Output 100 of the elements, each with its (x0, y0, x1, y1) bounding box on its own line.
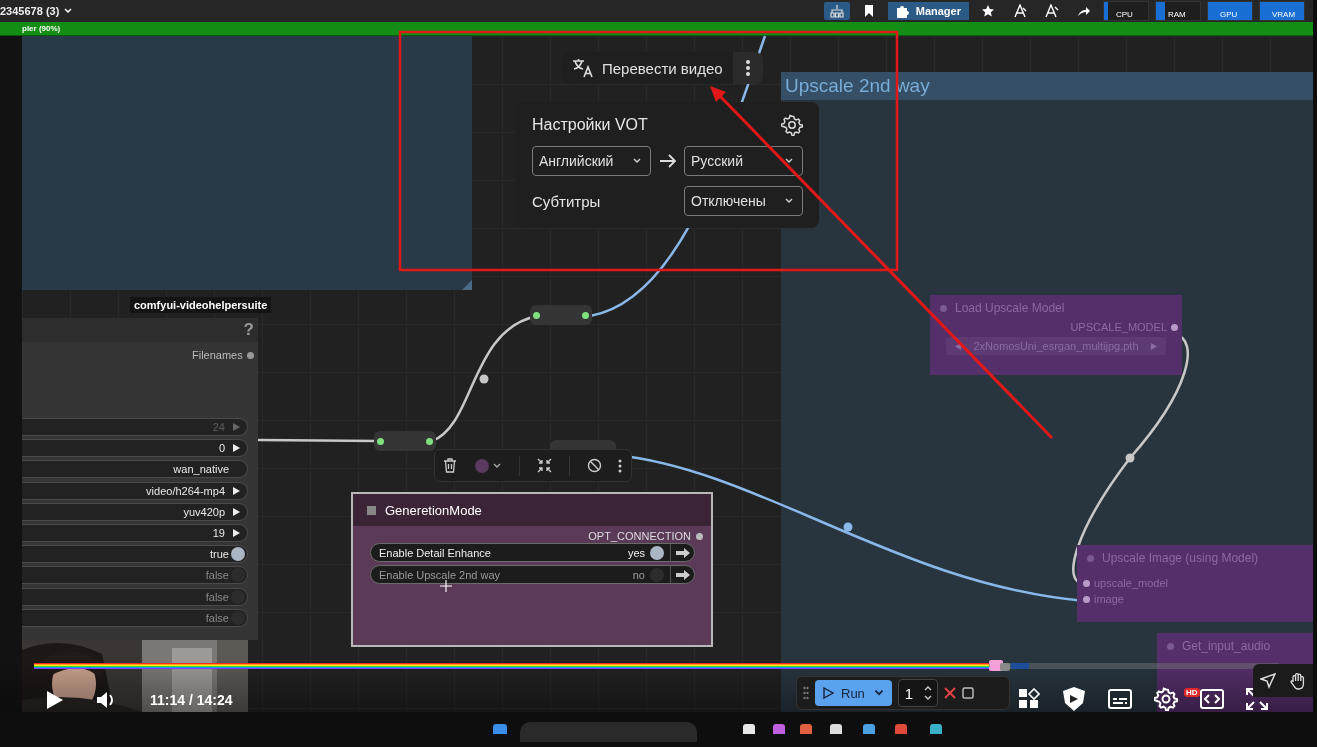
toggle-widget[interactable]: Enable Detail Enhance yes (370, 543, 695, 562)
node-title: Load Upscale Model (955, 301, 1065, 315)
toggle-knob[interactable] (231, 589, 245, 604)
arrow-left-icon (954, 341, 963, 351)
output-label: UPSCALE_MODEL (1070, 321, 1167, 333)
workflow-title[interactable]: 2345678 (3) (0, 5, 60, 17)
hand-icon[interactable] (1290, 671, 1306, 690)
arrow-right-icon[interactable] (231, 443, 241, 454)
color-picker-icon[interactable] (474, 457, 503, 474)
collapse-toggle[interactable] (1167, 642, 1174, 650)
progress-thumb[interactable] (988, 659, 1011, 673)
number-widget[interactable]: 0 (22, 439, 248, 458)
connector-dot[interactable] (582, 311, 589, 319)
subtitles-label: Субтитры (532, 192, 602, 210)
hierarchy-icon (829, 4, 844, 18)
output-slot[interactable] (246, 351, 254, 359)
reroute-node[interactable] (530, 305, 592, 325)
collapse-icon[interactable] (536, 458, 552, 473)
arrow-right-icon[interactable] (231, 506, 241, 517)
trash-icon[interactable] (443, 458, 458, 473)
toggle-widget[interactable]: Enable Upscale 2nd way no (370, 565, 695, 584)
puzzle-icon (895, 4, 910, 18)
run-button[interactable]: Run (815, 680, 892, 706)
arrow-right-icon (658, 154, 677, 168)
embed-icon[interactable] (1200, 689, 1224, 709)
stop-icon[interactable] (962, 687, 975, 699)
connector-dot[interactable] (533, 311, 540, 319)
more-icon (745, 60, 750, 76)
node-source-badge: comfyui-videohelpersuite (130, 297, 272, 313)
shield-icon[interactable] (1062, 686, 1086, 712)
arrow-right-icon (1149, 341, 1158, 351)
bypass-icon[interactable] (586, 458, 602, 473)
subtitles-select[interactable]: Отключены (684, 186, 803, 216)
arrow-right-icon[interactable] (675, 568, 691, 581)
more-menu-button[interactable] (732, 52, 763, 84)
input-label: upscale_model (1094, 577, 1168, 589)
hierarchy-button[interactable] (823, 2, 850, 20)
toggle-knob[interactable] (650, 545, 664, 560)
toggle-widget[interactable]: true (22, 545, 248, 564)
quality-badge: HD (1184, 688, 1200, 697)
widget-value: yes (627, 546, 645, 559)
batch-count-field[interactable]: 1 (897, 679, 939, 707)
subtitles-icon[interactable] (1108, 689, 1132, 709)
chevron-down-icon (784, 196, 794, 206)
meter-label: GPU (1220, 10, 1238, 19)
chevron-down-icon (784, 156, 794, 166)
toggle-knob[interactable] (231, 610, 245, 625)
apps-icon[interactable] (1018, 688, 1040, 710)
connector-dot[interactable] (377, 437, 384, 445)
close-icon[interactable] (944, 687, 957, 699)
arrow-right-icon[interactable] (675, 546, 691, 559)
meter-label: CPU (1116, 10, 1133, 19)
connector-dot[interactable] (426, 437, 433, 445)
meter-label: VRAM (1272, 10, 1296, 19)
toggle-knob[interactable] (231, 547, 245, 562)
widget-label: Enable Detail Enhance (379, 546, 491, 559)
pointer-icon[interactable] (1260, 672, 1276, 689)
toggle-widget[interactable]: false (22, 566, 248, 585)
output-label: Filenames (192, 349, 243, 361)
toggle-knob[interactable] (231, 568, 245, 583)
chevron-down-icon[interactable] (63, 6, 74, 16)
meter-label: RAM (1168, 10, 1186, 19)
output-slot[interactable] (696, 532, 703, 540)
settings-icon[interactable] (781, 114, 803, 136)
input-label: image (1094, 593, 1124, 605)
collapse-toggle[interactable] (940, 304, 947, 312)
chevron-down-icon (632, 156, 642, 166)
resize-handle-icon[interactable] (462, 280, 472, 290)
more-icon[interactable] (618, 458, 623, 473)
help-button[interactable]: ? (243, 320, 254, 340)
arrow-right-icon[interactable] (231, 485, 241, 496)
volume-icon[interactable] (96, 691, 116, 709)
star-icon (981, 4, 995, 18)
reroute-node[interactable] (550, 440, 616, 449)
share-icon (1077, 4, 1091, 18)
output-slot[interactable] (1171, 323, 1178, 331)
search-field[interactable] (520, 722, 697, 742)
translate-icon (572, 58, 594, 78)
arrow-right-icon[interactable] (231, 527, 241, 538)
play-icon[interactable] (46, 690, 64, 710)
crosshair-cursor-icon (440, 580, 452, 592)
target-language-select[interactable]: Русский (684, 146, 803, 176)
play-icon (823, 687, 834, 699)
node-title: Upscale Image (using Model) (1102, 551, 1259, 565)
time-display: 11:14 / 14:24 (150, 692, 233, 708)
widget-label: Enable Upscale 2nd way (379, 568, 501, 581)
reroute-node[interactable] (374, 431, 436, 451)
collapse-toggle[interactable] (1087, 554, 1094, 562)
drag-handle-icon[interactable] (803, 686, 809, 700)
node-title: GeneretionMode (385, 502, 482, 518)
manager-button[interactable]: Manager (887, 2, 969, 20)
source-language-select[interactable]: Английский (532, 146, 651, 176)
text-widget[interactable]: wan_native (22, 460, 248, 479)
collapse-toggle[interactable] (367, 505, 376, 515)
node-title: Get_input_audio (1182, 639, 1271, 653)
output-label: OPT_CONNECTION (588, 530, 691, 542)
progress-track[interactable] (34, 663, 1279, 669)
widget-value: no (632, 568, 645, 581)
toggle-knob[interactable] (650, 567, 664, 582)
popup-title: Настройки VOT (532, 116, 649, 134)
